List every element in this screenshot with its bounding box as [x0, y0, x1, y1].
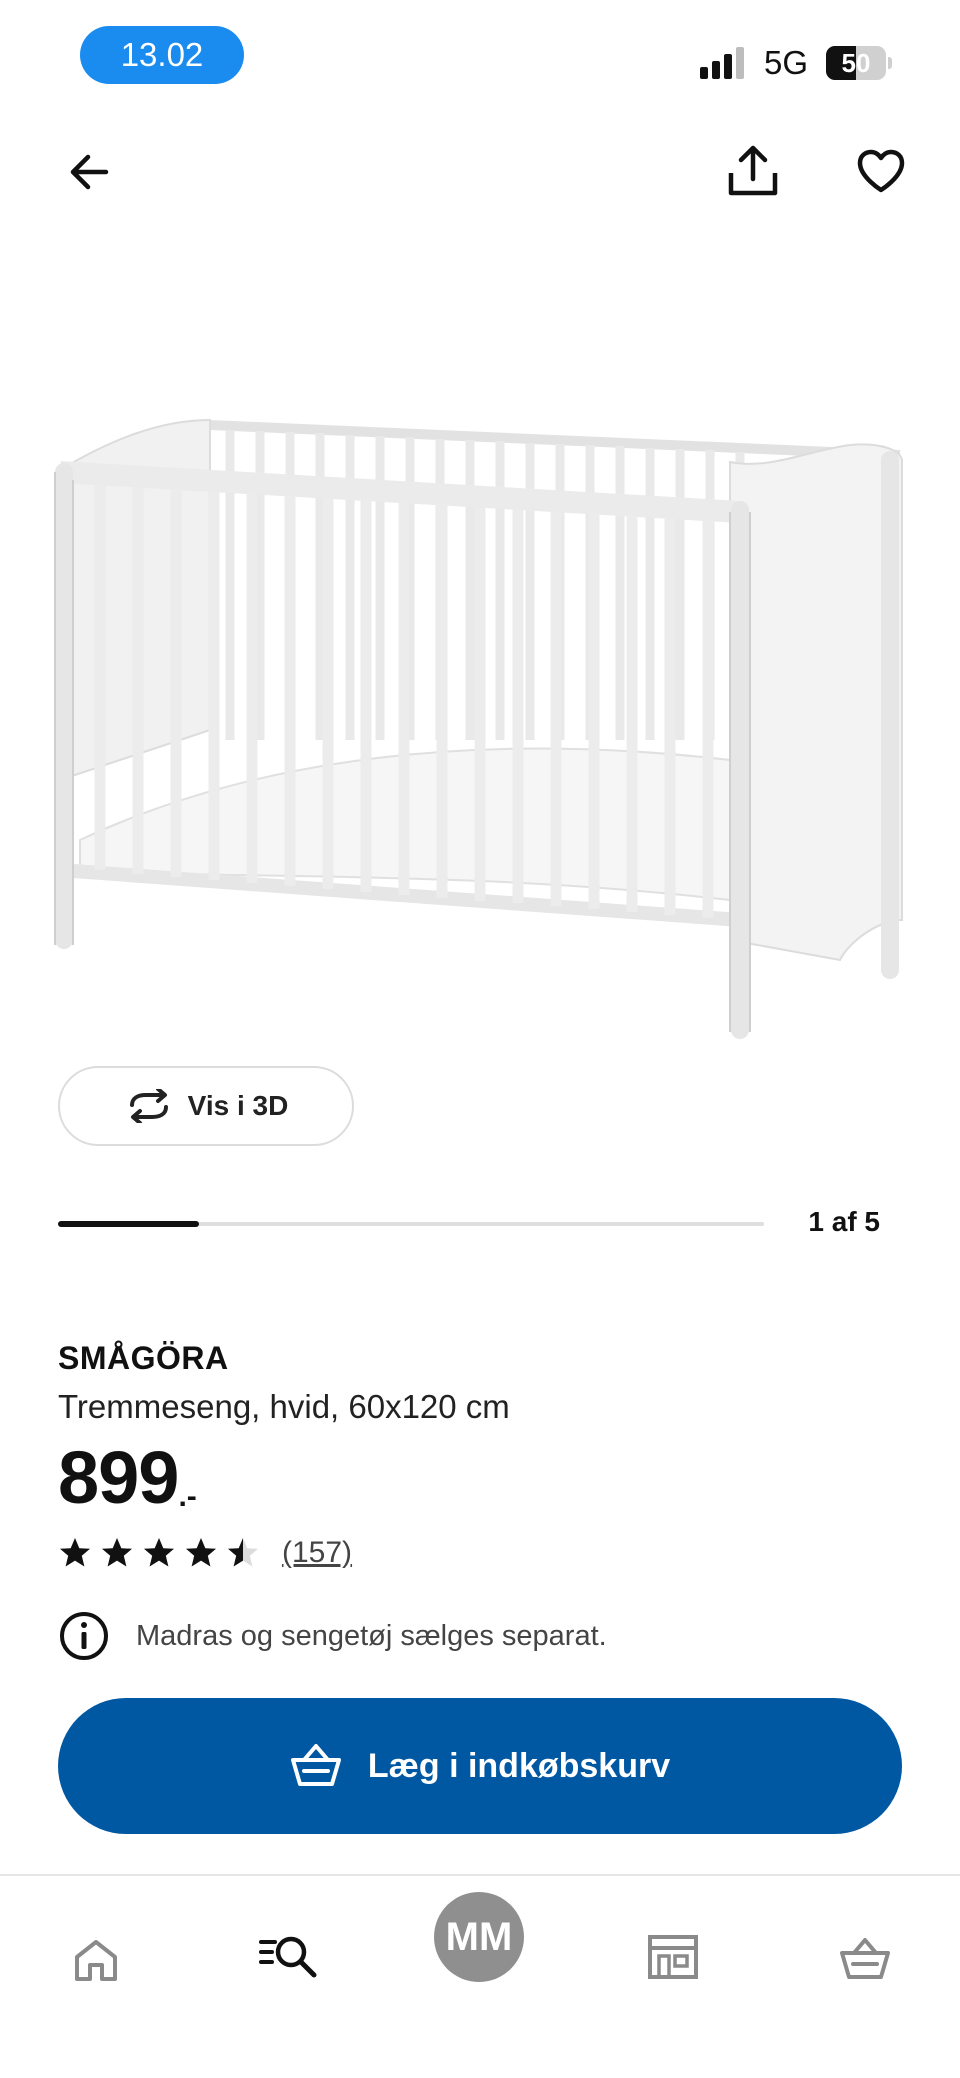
share-icon — [728, 145, 778, 196]
review-count-link[interactable]: (157) — [282, 1536, 352, 1570]
product-image — [54, 418, 903, 1039]
view-3d-label: Vis i 3D — [187, 1090, 289, 1121]
price-suffix: .- — [178, 1480, 197, 1513]
heart-icon — [857, 149, 905, 193]
avatar[interactable]: MM — [434, 1892, 524, 1982]
store-icon — [648, 1935, 698, 1979]
nav-home[interactable] — [64, 1928, 128, 1992]
bottom-navigation: MM — [0, 1874, 960, 2078]
product-price: 899 .- — [58, 1438, 197, 1518]
share-button[interactable] — [720, 136, 786, 206]
battery-level: 50 — [841, 47, 871, 78]
signal-icon — [700, 47, 744, 79]
star-half-icon — [228, 1538, 258, 1567]
info-icon — [60, 1612, 108, 1660]
notice-text: Madras og sengetøj sælges separat. — [136, 1619, 607, 1652]
nav-stores[interactable] — [640, 1924, 706, 1990]
gallery-progress-bar — [58, 1221, 764, 1227]
status-time: 13.02 — [80, 26, 244, 84]
product-description: Tremmeseng, hvid, 60x120 cm — [58, 1388, 510, 1425]
star-full-icon — [186, 1538, 216, 1567]
nav-basket[interactable] — [832, 1926, 898, 1992]
battery-icon: 50 — [826, 46, 892, 80]
rating-stars — [58, 1536, 260, 1570]
favorite-button[interactable] — [848, 138, 914, 204]
search-icon — [259, 1936, 317, 1978]
gallery-progress-fill — [58, 1221, 200, 1227]
status-bar: 13.02 5G 50 — [0, 0, 960, 110]
view-3d-button[interactable]: Vis i 3D — [58, 1066, 354, 1146]
network-label: 5G — [764, 44, 809, 81]
star-full-icon — [102, 1538, 132, 1567]
gallery-position-label: 1 af 5 — [808, 1206, 880, 1237]
rotate-3d-icon — [129, 1089, 168, 1123]
price-amount: 899 — [58, 1436, 179, 1519]
star-full-icon — [144, 1538, 174, 1567]
star-full-icon — [60, 1538, 90, 1567]
arrow-left-icon — [70, 154, 109, 190]
product-rating[interactable]: (157) — [58, 1536, 352, 1570]
add-to-cart-label: Læg i indkøbskurv — [367, 1746, 671, 1785]
product-name: SMÅGÖRA — [58, 1340, 229, 1376]
basket-icon — [840, 1938, 890, 1979]
home-icon — [75, 1940, 117, 1981]
add-to-cart-button[interactable]: Læg i indkøbskurv — [58, 1698, 902, 1834]
separate-sale-notice: Madras og sengetøj sælges separat. — [58, 1610, 607, 1662]
basket-icon — [290, 1744, 341, 1786]
back-button[interactable] — [58, 140, 122, 204]
nav-search[interactable] — [254, 1924, 324, 1988]
